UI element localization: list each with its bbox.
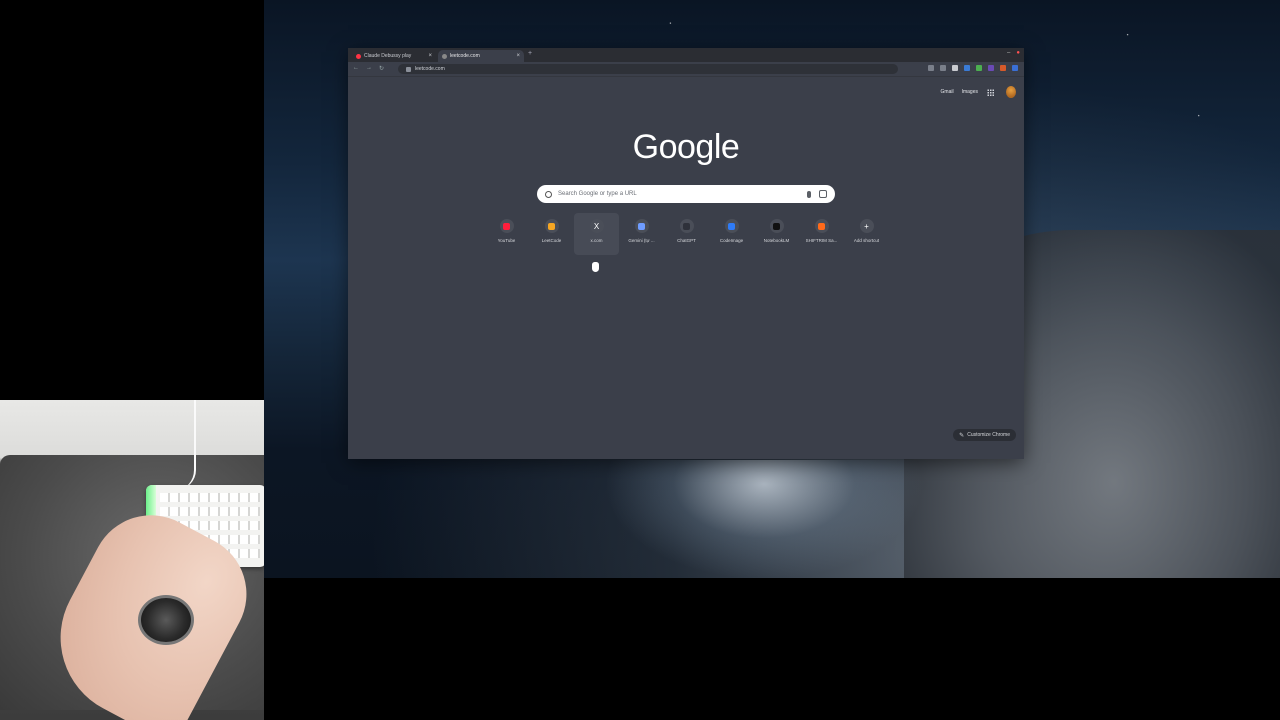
- shortcut-label: Add shortcut: [853, 238, 880, 243]
- shortcut-shiftrim[interactable]: SHIFTRIM Sa...: [799, 213, 844, 255]
- x-icon: X: [589, 219, 604, 233]
- search-box[interactable]: Search Google or type a URL: [537, 185, 835, 203]
- shortcut-label: YouTube: [497, 238, 516, 243]
- shortcut-codeimage[interactable]: CodeImage: [709, 213, 754, 255]
- page-favicon-icon: [442, 53, 447, 59]
- shortcut-label: NotebookLM: [763, 238, 790, 243]
- forward-icon[interactable]: →: [366, 65, 372, 72]
- nav-buttons: ← → ↻: [353, 65, 384, 72]
- chatgpt-icon-mark: [683, 222, 690, 230]
- new-tab-button[interactable]: +: [528, 50, 532, 57]
- search-icon: [545, 190, 552, 198]
- leetcode-icon-mark: [548, 222, 555, 230]
- address-bar[interactable]: leetcode.com: [398, 64, 898, 74]
- chatgpt-icon: [679, 219, 694, 233]
- cast-icon[interactable]: [940, 65, 946, 71]
- shortcut-label: ChatGPT: [677, 238, 696, 243]
- tab-leetcode[interactable]: leetcode.com ×: [438, 50, 524, 62]
- shortcut-chatgpt[interactable]: ChatGPT: [664, 213, 709, 255]
- tab-title: Claude Debussy play: [364, 53, 412, 59]
- webcam-overlay: [0, 400, 264, 720]
- zoom-icon[interactable]: [928, 65, 934, 71]
- shortcut-label: SHIFTRIM Sa...: [805, 238, 838, 243]
- address-text: leetcode.com: [415, 66, 445, 72]
- codeimage-icon: [724, 219, 739, 233]
- tab-strip: Claude Debussy play × leetcode.com × + –…: [348, 48, 1024, 62]
- shortcut-label: LeetCode: [541, 238, 562, 243]
- shortcut-youtube[interactable]: YouTube: [484, 213, 529, 255]
- site-info-icon[interactable]: [406, 66, 411, 72]
- account-avatar[interactable]: [1006, 86, 1016, 98]
- left-black-panel: [0, 0, 264, 400]
- close-tab-icon[interactable]: ×: [516, 53, 520, 59]
- youtube-icon: [499, 219, 514, 233]
- customize-chrome-button[interactable]: ✎ Customize Chrome: [953, 429, 1016, 441]
- browser-toolbar: ← → ↻ leetcode.com: [348, 62, 1024, 77]
- menu-icon[interactable]: [1012, 65, 1018, 71]
- gmail-link[interactable]: Gmail: [941, 89, 954, 95]
- shiftrim-icon-mark: [818, 222, 825, 230]
- key-row: [160, 493, 260, 502]
- close-tab-icon[interactable]: ×: [428, 53, 432, 59]
- microphone-icon[interactable]: [807, 190, 811, 198]
- shortcut-label: x.com: [590, 238, 603, 243]
- google-apps-icon[interactable]: [987, 89, 994, 96]
- tab-claude-debussy[interactable]: Claude Debussy play ×: [352, 50, 436, 62]
- close-window-icon[interactable]: ●: [1016, 50, 1020, 56]
- shortcut-tiles: YouTube LeetCode X x.com Gemini (tự ... …: [484, 213, 889, 255]
- gemini-icon: [634, 219, 649, 233]
- google-logo: Google: [632, 128, 740, 166]
- profile-icon[interactable]: [1000, 65, 1006, 71]
- toolbar-actions: [928, 65, 1018, 71]
- plus-icon: +: [859, 219, 874, 233]
- shortcut-label: Gemini (tự ...: [628, 238, 655, 243]
- notebooklm-icon-mark: [773, 222, 780, 230]
- browser-window: Claude Debussy play × leetcode.com × + –…: [348, 48, 1024, 459]
- extension-icon[interactable]: [988, 65, 994, 71]
- wristwatch: [138, 595, 194, 645]
- keyboard-cable: [170, 400, 196, 490]
- ntp-header-links: Gmail Images: [941, 89, 978, 95]
- search-placeholder: Search Google or type a URL: [558, 191, 637, 197]
- download-icon[interactable]: [976, 65, 982, 71]
- youtube-favicon-icon: [356, 53, 361, 59]
- key-row: [160, 507, 260, 516]
- youtube-icon-mark: [503, 222, 510, 230]
- notebooklm-icon: [769, 219, 784, 233]
- leetcode-icon: [544, 219, 559, 233]
- shiftrim-icon: [814, 219, 829, 233]
- customize-label: Customize Chrome: [967, 432, 1010, 438]
- shortcut-x[interactable]: X x.com: [574, 213, 619, 255]
- extension-icon[interactable]: [964, 65, 970, 71]
- shortcut-notebooklm[interactable]: NotebookLM: [754, 213, 799, 255]
- bookmark-icon[interactable]: [952, 65, 958, 71]
- bottom-black-panel: [264, 578, 1280, 720]
- tab-title: leetcode.com: [450, 53, 480, 59]
- images-link[interactable]: Images: [962, 89, 978, 95]
- window-controls: – ●: [1007, 50, 1020, 56]
- reload-icon[interactable]: ↻: [379, 65, 384, 72]
- shortcut-label: CodeImage: [719, 238, 744, 243]
- mouse-cursor: [592, 262, 599, 272]
- wave-foam: [604, 460, 924, 578]
- shortcut-leetcode[interactable]: LeetCode: [529, 213, 574, 255]
- gemini-icon-mark: [638, 222, 645, 230]
- codeimage-icon-mark: [728, 222, 735, 230]
- back-icon[interactable]: ←: [353, 65, 359, 72]
- pencil-icon: ✎: [959, 432, 965, 439]
- google-lens-icon[interactable]: [819, 190, 827, 198]
- minimize-icon[interactable]: –: [1007, 50, 1010, 56]
- add-shortcut-button[interactable]: + Add shortcut: [844, 213, 889, 255]
- shortcut-gemini[interactable]: Gemini (tự ...: [619, 213, 664, 255]
